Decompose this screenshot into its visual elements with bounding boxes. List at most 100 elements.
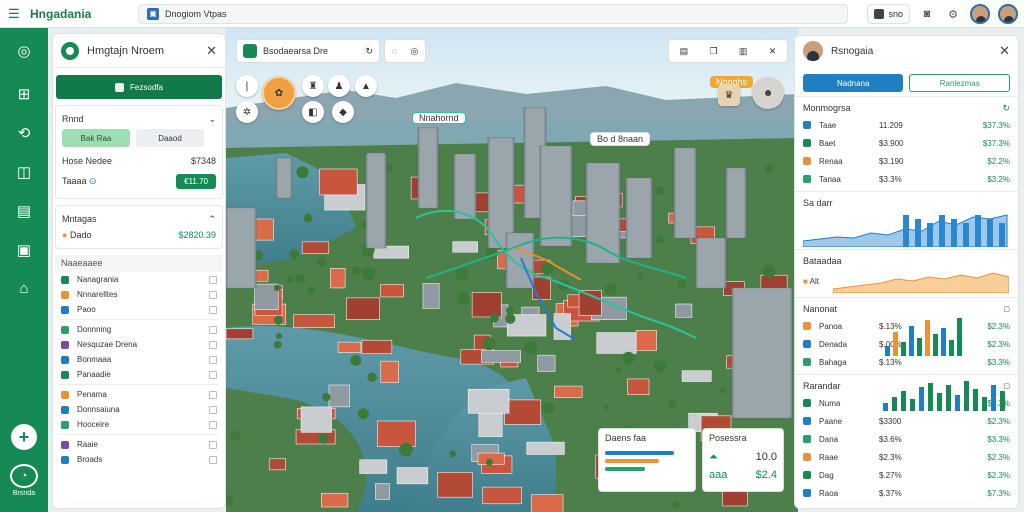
bar	[964, 381, 969, 411]
layer-item[interactable]: Broads	[53, 452, 225, 467]
progress-card-num: 10.0	[755, 451, 777, 463]
toggle-off-button[interactable]: Daaod	[136, 129, 204, 147]
expand-icon[interactable]: ⌃	[208, 214, 216, 225]
close-icon[interactable]: ✕	[206, 43, 217, 59]
top-chip[interactable]: sno	[867, 4, 910, 24]
tree	[273, 284, 281, 292]
metric-row-name: Baet	[819, 138, 836, 148]
rail-route-icon[interactable]: ⟲	[0, 113, 48, 152]
map-tag-2[interactable]: Bo d 8naan	[590, 132, 651, 146]
transit-icon[interactable]: ♜	[302, 75, 324, 97]
layer-checkbox[interactable]	[209, 440, 217, 449]
add-button[interactable]: +	[11, 424, 37, 450]
user-avatar[interactable]	[970, 4, 990, 24]
layer-item[interactable]: Raaie	[53, 437, 225, 452]
pin-icon[interactable]: ❘	[236, 75, 258, 97]
layer-checkbox[interactable]	[209, 325, 217, 334]
metric-row[interactable]: Baet $3.900 $37.3%	[803, 134, 1010, 152]
rotate-icon[interactable]: ◌	[392, 46, 397, 56]
metric-row[interactable]: Dag $.27% $2.3%	[803, 466, 1010, 484]
metric-row-value: $3.3%	[879, 174, 902, 184]
layer-item[interactable]: Bonmaaa	[53, 352, 225, 367]
building-block	[337, 341, 362, 353]
tree	[273, 340, 282, 349]
collapse-icon[interactable]: ⌄	[208, 114, 216, 125]
layer-item[interactable]: Nanagrania	[53, 272, 225, 287]
layer-checkbox[interactable]	[209, 355, 217, 364]
doc-icon[interactable]: ▤	[680, 46, 689, 57]
summary-apply-button[interactable]: €11.70	[176, 173, 216, 189]
car-icon[interactable]: ▲	[355, 75, 377, 97]
layer-checkbox[interactable]	[209, 390, 217, 399]
bus-icon[interactable]: ◧	[302, 101, 324, 123]
active-tab[interactable]: ▣ Dnogiom Vtpas	[138, 3, 848, 24]
building-block	[437, 472, 473, 498]
area-bar	[903, 215, 909, 247]
layer-item[interactable]: Paoo	[53, 302, 225, 317]
building-block	[301, 241, 330, 254]
building-block	[268, 458, 286, 471]
bars-section-1: Nanonat ▢ Panoa $.13% $2.3% Denada $.00% $2.3%…	[795, 297, 1018, 374]
map-stats-card[interactable]: Daens faa	[598, 428, 696, 492]
rail-chart-icon[interactable]: ◫	[0, 152, 48, 191]
refresh-small-icon[interactable]: ↻	[1002, 103, 1010, 114]
map-progress-card[interactable]: Posessra ⏶ 10.0 aaa $2.4	[702, 428, 784, 492]
rail-logo-icon[interactable]: ◎	[0, 28, 48, 74]
layer-checkbox[interactable]	[209, 305, 217, 314]
layer-item[interactable]: Nnnarelltes	[53, 287, 225, 302]
sec3-menu-icon[interactable]: ▢	[1003, 305, 1010, 313]
map-search-label: Bsodaearsa Dre	[263, 46, 329, 56]
map-user-avatar[interactable]: ☻	[752, 77, 784, 109]
metric-row[interactable]: Renaa $3.190 $2.2%	[803, 152, 1010, 170]
bike-icon[interactable]: ✲	[236, 101, 258, 123]
layer-item[interactable]: Donnning	[53, 322, 225, 337]
featured-place-icon[interactable]: ✿	[262, 76, 296, 110]
layer-checkbox[interactable]	[209, 455, 217, 464]
rail-layers-icon[interactable]: ▣	[0, 230, 48, 269]
refresh-icon[interactable]: ↻	[365, 46, 373, 57]
layer-checkbox[interactable]	[209, 275, 217, 284]
map-close-icon[interactable]: ✕	[769, 46, 777, 57]
layer-item[interactable]: Penama	[53, 387, 225, 402]
layer-checkbox[interactable]	[209, 340, 217, 349]
building-block	[482, 486, 522, 505]
layer-checkbox[interactable]	[209, 405, 217, 414]
compass-icon[interactable]: ◎	[410, 46, 418, 57]
rail-profile-icon[interactable]: ◔	[10, 464, 38, 488]
metric-row[interactable]: Paane $3300 $2.3%	[803, 412, 1010, 430]
building-block	[554, 385, 583, 398]
toggle-on-button[interactable]: Bak Raa	[62, 129, 130, 147]
layer-checkbox[interactable]	[209, 290, 217, 299]
walk-icon[interactable]: ♟	[328, 75, 350, 97]
map-tag-1[interactable]: Nnahornd	[412, 112, 466, 124]
settings-icon[interactable]: ⚙	[944, 5, 962, 23]
metric-row[interactable]: Tanaa $3.3% $3.2%	[803, 170, 1010, 188]
rail-map-icon[interactable]: ⊞	[0, 74, 48, 113]
layer-item[interactable]: Hooceire	[53, 417, 225, 432]
right-close-icon[interactable]: ✕	[999, 43, 1010, 59]
rail-building-icon[interactable]: ▤	[0, 191, 48, 230]
print-icon[interactable]: ▥	[739, 46, 748, 57]
layer-item[interactable]: Donnsaiuna	[53, 402, 225, 417]
share-icon[interactable]: ◆	[332, 101, 354, 123]
metric-row[interactable]: Dana $3.6% $3.3%	[803, 430, 1010, 448]
camera-icon[interactable]: ◙	[918, 5, 936, 23]
layer-checkbox[interactable]	[209, 420, 217, 429]
copy-icon[interactable]: ❐	[710, 46, 718, 57]
metric-row[interactable]: Taae 11.209 $37.3%	[803, 116, 1010, 134]
user-avatar-secondary[interactable]	[998, 4, 1018, 24]
landmark-icon[interactable]: ♛	[718, 84, 740, 106]
tab-secondary[interactable]: Ranlezmas	[909, 74, 1010, 92]
map-search-bar[interactable]: Bsodaearsa Dre ↻	[236, 39, 380, 63]
primary-action-button[interactable]: Fezsodfa	[56, 75, 222, 99]
menu-icon[interactable]: ☰	[8, 6, 24, 22]
layer-item-icon	[61, 440, 69, 449]
layer-item[interactable]: Panaadie	[53, 367, 225, 382]
layer-checkbox[interactable]	[209, 370, 217, 379]
rail-nav-icon[interactable]: ⌂	[0, 269, 48, 308]
metric-row[interactable]: Raoa $.37% $7.3%	[803, 484, 1010, 502]
tab-primary[interactable]: Nadnana	[803, 74, 904, 92]
metric-row[interactable]: Raae $2.3% $2.3%	[803, 448, 1010, 466]
layer-item[interactable]: Nesquzae Drena	[53, 337, 225, 352]
layer-item-label: Broads	[77, 455, 103, 464]
